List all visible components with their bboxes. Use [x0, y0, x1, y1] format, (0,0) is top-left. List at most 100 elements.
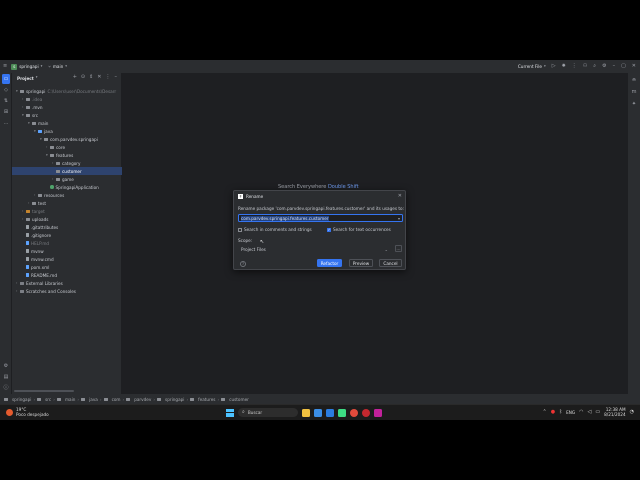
cancel-button[interactable]: Cancel: [379, 259, 402, 267]
run-config-selector[interactable]: Current File: [518, 64, 542, 69]
services-icon[interactable]: ⚙: [0, 361, 12, 371]
file-explorer-icon[interactable]: [302, 408, 310, 417]
tree-item[interactable]: mvnw.cmd: [12, 255, 122, 263]
taskbar-clock[interactable]: 12:38 AM 8/21/2024: [604, 407, 625, 417]
taskbar-search[interactable]: ⌕ Buscar: [238, 408, 298, 417]
breadcrumb-item[interactable]: parvdev: [134, 397, 151, 402]
tree-item[interactable]: ▾ com.parvdev.springapi: [12, 135, 122, 143]
breadcrumb-item[interactable]: springapi: [165, 397, 184, 402]
project-tool-icon[interactable]: ▭: [2, 74, 10, 84]
dialog-titlebar[interactable]: IJ Rename: [234, 191, 405, 201]
add-icon[interactable]: +: [73, 75, 77, 80]
scope-browse-button[interactable]: …: [395, 245, 402, 252]
refactor-button[interactable]: Refactor: [317, 259, 342, 267]
bluetooth-icon[interactable]: ᛒ: [559, 409, 562, 415]
tree-item[interactable]: › test: [12, 199, 122, 207]
preview-button[interactable]: Preview: [349, 259, 373, 267]
tree-item[interactable]: › uploads: [12, 215, 122, 223]
search-icon[interactable]: ⌕: [593, 64, 596, 69]
dialog-close-icon[interactable]: ✕: [398, 193, 402, 199]
wifi-icon[interactable]: ◠: [579, 409, 583, 415]
options-icon[interactable]: ⋮: [106, 75, 111, 80]
windows-start-icon[interactable]: [226, 408, 234, 417]
tree-item[interactable]: › Scratches and Consoles: [12, 287, 122, 295]
tree-item[interactable]: › External Libraries: [12, 279, 122, 287]
vscode-icon[interactable]: [326, 408, 334, 417]
branch-switcher[interactable]: ⑂ main ▾: [48, 64, 67, 69]
debug-icon[interactable]: ✹: [562, 64, 566, 69]
tree-item[interactable]: customer: [12, 167, 122, 175]
search-comments-checkbox[interactable]: Search in comments and strings: [238, 227, 312, 232]
intellij-icon[interactable]: [374, 408, 382, 417]
tree-item[interactable]: README.md: [12, 271, 122, 279]
main-menu-icon[interactable]: ≡: [3, 64, 7, 69]
help-icon[interactable]: ?: [240, 261, 246, 267]
maven-icon[interactable]: m: [628, 87, 640, 97]
tree-item[interactable]: › core: [12, 143, 122, 151]
tree-item[interactable]: .gitignore: [12, 231, 122, 239]
tree-item[interactable]: pom.xml: [12, 263, 122, 271]
terminal-icon[interactable]: ▤: [0, 372, 12, 382]
tree-item[interactable]: › target: [12, 207, 122, 215]
chrome-icon[interactable]: [350, 408, 358, 417]
collapse-icon[interactable]: ✕: [97, 75, 101, 80]
commit-tool-icon[interactable]: ◇: [0, 85, 12, 95]
breadcrumb-item[interactable]: springapi: [12, 397, 31, 402]
tree-item[interactable]: › resources: [12, 191, 122, 199]
weather-widget[interactable]: 19°C Poco despejado: [6, 407, 49, 417]
breadcrumb-item[interactable]: features: [198, 397, 215, 402]
problems-icon[interactable]: ⓘ: [0, 383, 12, 393]
scope-select[interactable]: Project Files ⌄ …: [238, 245, 403, 253]
more-tools-icon[interactable]: …: [0, 118, 12, 128]
tree-item[interactable]: › .idea: [12, 95, 122, 103]
notification-center-icon[interactable]: ◔: [630, 409, 634, 415]
horizontal-scrollbar[interactable]: [14, 390, 74, 392]
run-icon[interactable]: ▷: [552, 64, 556, 69]
close-icon[interactable]: ✕: [632, 64, 636, 69]
ai-assistant-icon[interactable]: ✦: [628, 99, 640, 109]
structure-tool-icon[interactable]: ⊞: [0, 107, 12, 117]
tree-item[interactable]: SpringapiApplication: [12, 183, 122, 191]
android-studio-icon[interactable]: [338, 408, 346, 417]
collab-icon[interactable]: ⚇: [583, 64, 587, 69]
tree-item[interactable]: mvnw: [12, 247, 122, 255]
notifications-icon[interactable]: ⍾: [628, 75, 640, 85]
history-dropdown-icon[interactable]: ▾: [398, 216, 400, 221]
tree-item[interactable]: .gitattributes: [12, 223, 122, 231]
tree-item[interactable]: ▾ springapi C:\Users\user\Documents\Desarr: [12, 87, 122, 95]
more-actions-icon[interactable]: ⋮: [572, 64, 577, 69]
language-indicator[interactable]: ENG: [566, 410, 575, 415]
library-icon: [20, 281, 24, 285]
tree-item-label: features: [56, 152, 74, 158]
new-name-input[interactable]: com.parvdev.springapi.features.customer …: [238, 214, 403, 222]
tree-item[interactable]: ▾ main: [12, 119, 122, 127]
breadcrumb-item[interactable]: main: [65, 397, 75, 402]
minimize-icon[interactable]: –: [613, 64, 616, 69]
app-tray-icon[interactable]: ●: [551, 409, 555, 415]
tree-item[interactable]: ▾ java: [12, 127, 122, 135]
settings-icon[interactable]: ⚙: [602, 64, 606, 69]
breadcrumb-item[interactable]: customer: [229, 397, 249, 402]
tree-item[interactable]: › category: [12, 159, 122, 167]
tree-item[interactable]: ▾ features: [12, 151, 122, 159]
volume-icon[interactable]: ◁: [588, 409, 592, 415]
file-icon: [26, 249, 29, 253]
pull-requests-icon[interactable]: ⇅: [0, 96, 12, 106]
breadcrumb-item[interactable]: src: [45, 397, 51, 402]
expand-icon[interactable]: ⇕: [89, 75, 93, 80]
search-text-checkbox[interactable]: ✓ Search for text occurrences: [327, 227, 391, 232]
breadcrumb-item[interactable]: com: [112, 397, 121, 402]
tree-item[interactable]: › .mvn: [12, 103, 122, 111]
battery-icon[interactable]: ▭: [595, 409, 600, 415]
tree-item[interactable]: HELP.md: [12, 239, 122, 247]
store-icon[interactable]: [314, 408, 322, 417]
opera-icon[interactable]: [362, 408, 370, 417]
hide-icon[interactable]: –: [115, 75, 118, 80]
maximize-icon[interactable]: ▢: [621, 64, 626, 69]
tree-item[interactable]: ▾ src: [12, 111, 122, 119]
breadcrumb-item[interactable]: java: [89, 397, 98, 402]
project-switcher[interactable]: S springapi ▾: [11, 63, 42, 70]
locate-icon[interactable]: ⊙: [81, 75, 85, 80]
tree-item[interactable]: › game: [12, 175, 122, 183]
tray-expand-icon[interactable]: ⌃: [543, 409, 547, 415]
